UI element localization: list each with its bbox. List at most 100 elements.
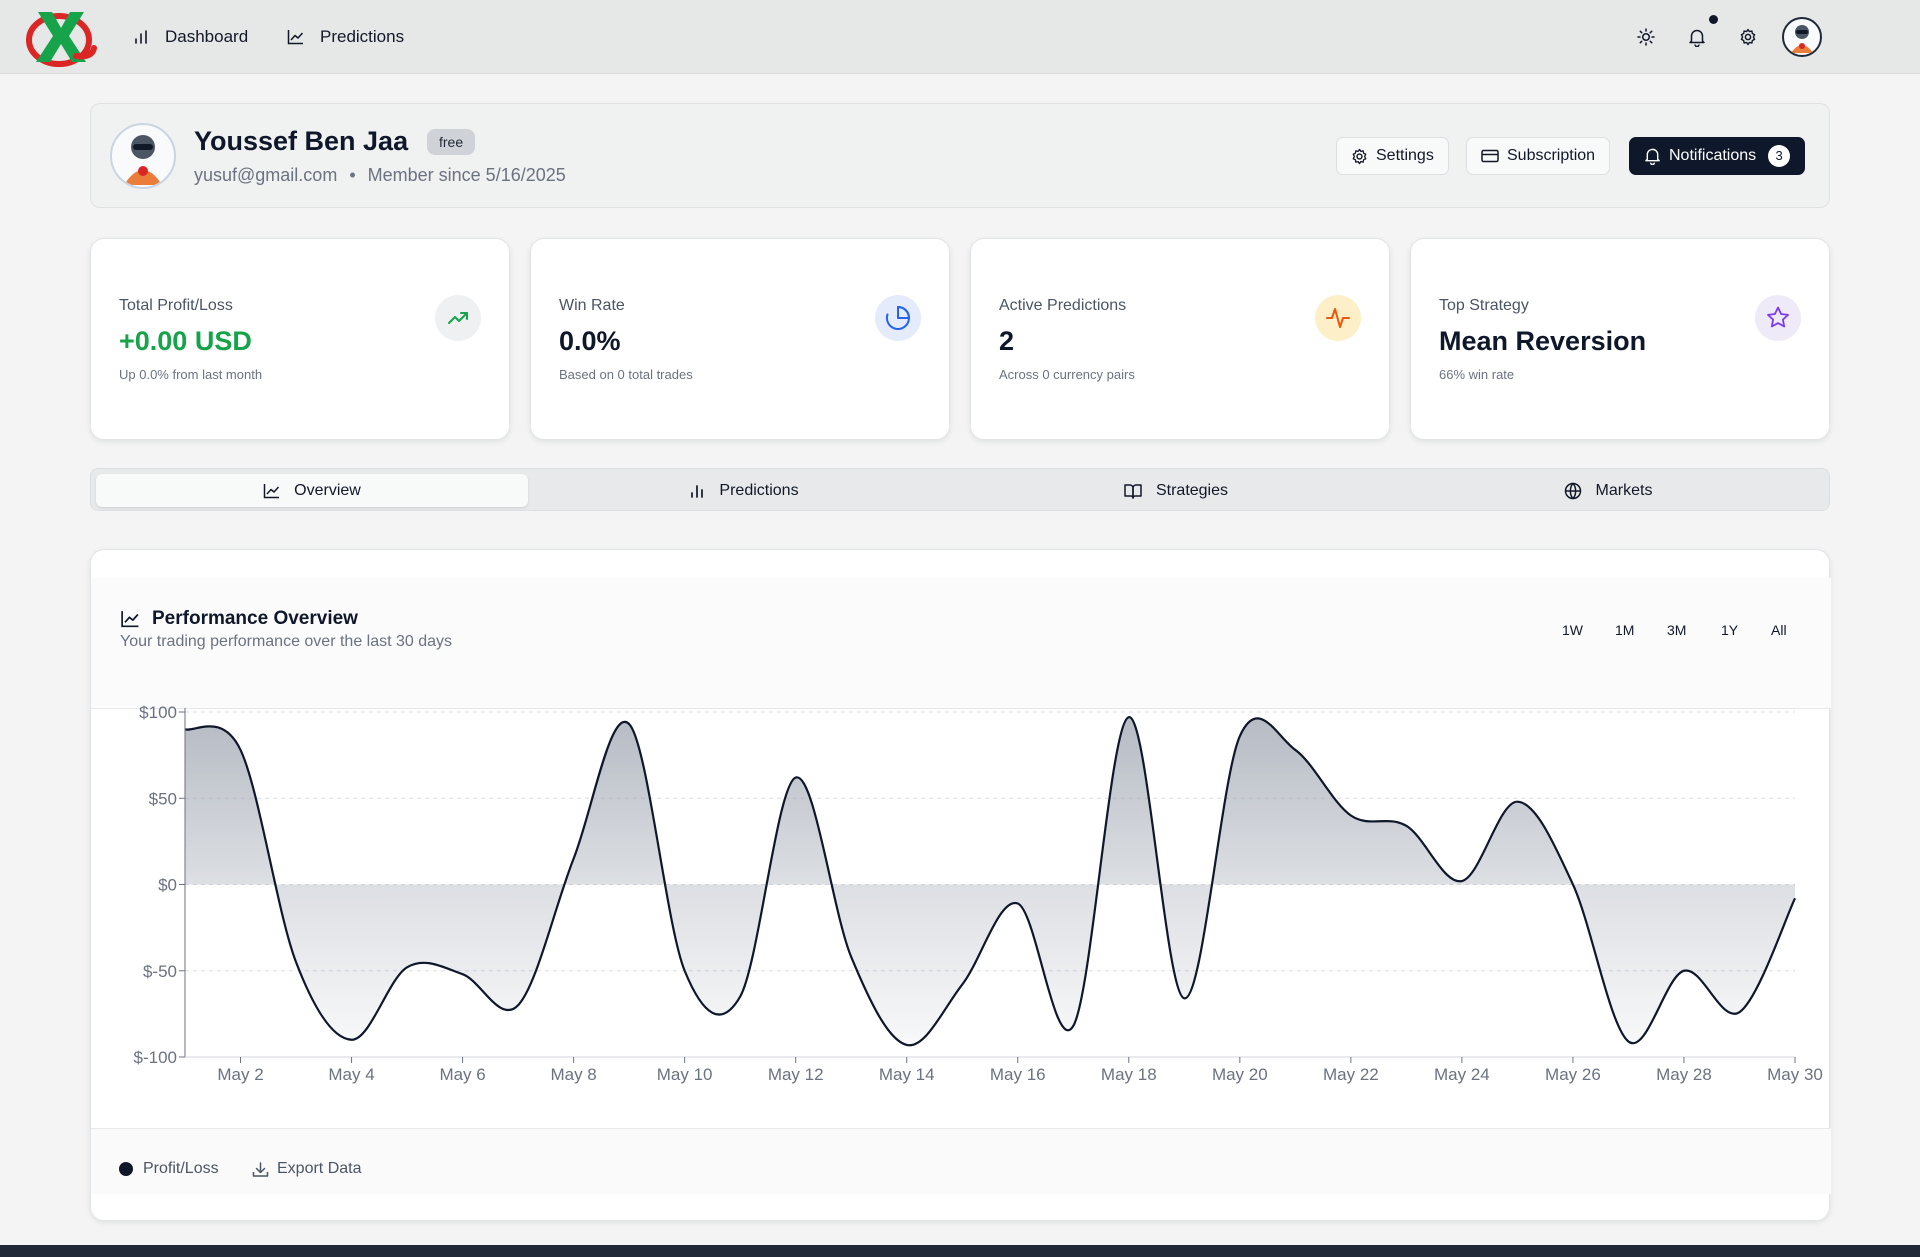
stat-value: 0.0%: [559, 326, 621, 356]
profile-header: Youssef Ben Jaa free yusuf@gmail.com • M…: [90, 103, 1830, 208]
x-tick-label: May 12: [768, 1065, 824, 1084]
tab-label: Strategies: [1155, 481, 1229, 499]
settings-button[interactable]: Settings: [1336, 137, 1449, 175]
nav-link-predictions[interactable]: Predictions: [287, 24, 404, 50]
tab-overview[interactable]: Overview: [96, 474, 528, 507]
profile-meta: yusuf@gmail.com • Member since 5/16/2025: [194, 165, 566, 186]
gear-icon: [1740, 28, 1756, 46]
stat-value: +0.00 USD: [119, 326, 252, 356]
stat-card-win-rate: Win Rate 0.0% Based on 0 total trades: [530, 238, 950, 440]
tab-predictions[interactable]: Predictions: [528, 474, 960, 507]
profile-name: Youssef Ben Jaa: [194, 126, 409, 156]
nav-link-dashboard[interactable]: Dashboard: [133, 24, 248, 50]
stat-subtext: Based on 0 total trades: [559, 367, 693, 382]
avatar-icon: [124, 135, 162, 185]
tab-strategies[interactable]: Strategies: [960, 474, 1392, 507]
stat-label: Win Rate: [559, 297, 625, 314]
trending-up-icon: [435, 295, 481, 341]
nav-link-label: Dashboard: [165, 27, 249, 46]
stat-label: Total Profit/Loss: [119, 297, 233, 314]
x-tick-label: May 28: [1656, 1065, 1712, 1084]
line-chart-icon: [287, 30, 304, 45]
settings-button-label: Settings: [1376, 147, 1434, 164]
stat-label: Top Strategy: [1439, 297, 1529, 314]
settings-button[interactable]: [1733, 22, 1763, 52]
stat-value: 2: [999, 326, 1015, 356]
user-avatar[interactable]: [1782, 17, 1822, 57]
y-tick-label: $0: [158, 876, 177, 895]
stat-card-top-strategy: Top Strategy Mean Reversion 66% win rate: [1410, 238, 1830, 440]
tab-label: Predictions: [719, 481, 799, 499]
y-tick-label: $50: [149, 789, 177, 808]
notifications-button[interactable]: [1682, 22, 1712, 52]
x-tick-label: May 30: [1767, 1065, 1823, 1084]
legend-label: Profit/Loss: [143, 1160, 219, 1177]
tab-label: Overview: [294, 481, 361, 499]
stat-card-profit-loss: Total Profit/Loss +0.00 USD Up 0.0% from…: [90, 238, 510, 440]
notifications-button-label: Notifications: [1669, 147, 1757, 164]
subscription-button-label: Subscription: [1507, 147, 1596, 164]
profit-loss-area-chart: $100 $50 $0 $-50 $-100 May 2 May 4 May 6 May 8 Ma…: [134, 703, 1823, 1084]
x-tick-label: May 6: [439, 1065, 485, 1084]
x-tick-label: May 18: [1101, 1065, 1157, 1084]
main-tabs: Overview Predictions Strategies Markets: [90, 468, 1830, 511]
app-logo[interactable]: [24, 6, 98, 68]
pie-chart-icon: [875, 295, 921, 341]
stat-subtext: Up 0.0% from last month: [119, 367, 263, 382]
stat-value: Mean Reversion: [1439, 326, 1647, 356]
bar-chart-icon: [691, 484, 704, 498]
notification-dot: [1709, 15, 1718, 24]
legend-swatch: [119, 1162, 133, 1176]
subscription-button[interactable]: Subscription: [1466, 137, 1611, 175]
stat-subtext: Across 0 currency pairs: [999, 367, 1135, 382]
avatar-icon: [1791, 25, 1813, 53]
y-tick-label: $100: [139, 703, 177, 722]
bell-icon: [1689, 29, 1705, 47]
profile-avatar: [110, 123, 176, 189]
x-tick-label: May 8: [550, 1065, 596, 1084]
bell-icon: [1645, 148, 1660, 165]
profit-loss-area-fill: [185, 717, 1795, 1046]
bar-chart-icon: [135, 30, 147, 44]
globe-icon: [1564, 481, 1581, 500]
activity-icon: [1315, 295, 1361, 341]
line-chart-icon: [263, 483, 280, 498]
credit-card-icon: [1481, 149, 1499, 163]
export-data-label: Export Data: [277, 1160, 362, 1177]
star-icon: [1755, 295, 1801, 341]
y-tick-label: $-50: [143, 962, 177, 981]
theme-toggle-button[interactable]: [1631, 22, 1661, 52]
x-tick-label: May 10: [657, 1065, 713, 1084]
stat-label: Active Predictions: [999, 297, 1127, 314]
x-tick-label: May 14: [879, 1065, 935, 1084]
plan-badge: free: [427, 129, 476, 155]
x-tick-label: May 2: [217, 1065, 263, 1084]
y-tick-label: $-100: [134, 1048, 177, 1067]
notifications-button[interactable]: Notifications 3: [1629, 137, 1806, 175]
x-tick-label: May 26: [1545, 1065, 1601, 1084]
nav-link-label: Predictions: [320, 27, 405, 46]
legend-item-profit-loss: Profit/Loss: [119, 1160, 219, 1178]
performance-card: Performance Overview Your trading perfor…: [90, 549, 1831, 1221]
x-tick-label: May 16: [990, 1065, 1046, 1084]
tab-markets[interactable]: Markets: [1392, 474, 1824, 507]
sun-icon: [1637, 28, 1655, 46]
book-open-icon: [1124, 483, 1142, 499]
stat-subtext: 66% win rate: [1439, 367, 1515, 382]
download-icon: [252, 1161, 269, 1177]
notification-count-badge: 3: [1768, 145, 1791, 167]
gear-icon: [1352, 148, 1367, 164]
profile-email: yusuf@gmail.com: [194, 165, 338, 185]
bottom-edge-bar: [0, 1245, 1920, 1257]
performance-card-footer: Profit/Loss Export Data: [91, 1128, 1831, 1194]
export-data-button[interactable]: Export Data: [252, 1160, 361, 1178]
meta-separator: •: [349, 165, 356, 185]
stat-card-active-predictions: Active Predictions 2 Across 0 currency p…: [970, 238, 1390, 440]
x-tick-label: May 4: [328, 1065, 374, 1084]
top-navigation-bar: Dashboard Predictions: [0, 0, 1920, 74]
x-tick-label: May 22: [1323, 1065, 1379, 1084]
x-tick-label: May 24: [1434, 1065, 1490, 1084]
tab-label: Markets: [1595, 481, 1653, 499]
x-tick-label: May 20: [1212, 1065, 1268, 1084]
member-since: Member since 5/16/2025: [367, 165, 566, 185]
